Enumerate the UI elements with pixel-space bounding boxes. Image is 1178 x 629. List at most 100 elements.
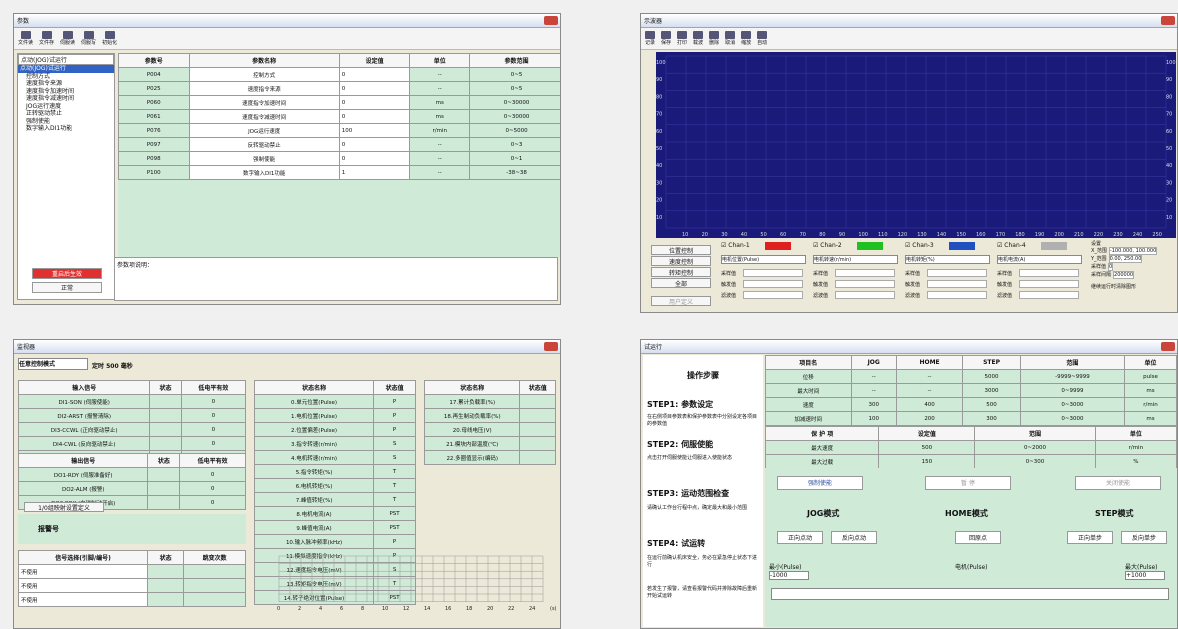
column-header: 低电平有效	[179, 453, 246, 468]
toolbar-button[interactable]: 取消	[725, 31, 735, 46]
table-cell: DI1-SON (伺服使能)	[17, 394, 151, 409]
step3-desc: 请确认工作台行程中点，确定最大和最小范围	[647, 505, 748, 511]
enable-button[interactable]: 强制使能	[777, 476, 863, 490]
column-header: 设定值	[338, 53, 411, 68]
table-cell: 300	[962, 411, 1021, 426]
column-header: 设定值	[878, 426, 976, 441]
table-cell: 0	[180, 408, 247, 423]
min-field[interactable]: -1000	[769, 571, 809, 580]
field-value[interactable]	[743, 291, 803, 299]
close-icon[interactable]	[1161, 342, 1175, 351]
channel-panel: ☑ Chan-1 电机位置(Pulse) 采样值 触发值 滤波值	[721, 242, 809, 308]
table-row: P004 控制方式 0 -- 0~5	[118, 67, 560, 82]
tree-item[interactable]: 数字输入DI1功能	[18, 125, 114, 133]
step-fwd-button[interactable]: 正向单步	[1067, 531, 1113, 544]
tree-item[interactable]: 点动(JOG)试运行	[18, 65, 114, 73]
toolbar-button[interactable]: 保存	[661, 31, 671, 46]
table-cell: 10.输入脉冲频率(kHz)	[253, 534, 375, 549]
column-header: 参数名称	[188, 53, 340, 68]
toolbar-button[interactable]: 载波	[693, 31, 703, 46]
field-value[interactable]	[835, 280, 895, 288]
table-cell: r/min	[409, 123, 471, 138]
field-value[interactable]	[743, 269, 803, 277]
scope-plot[interactable]: 10 20 30 40 50 60 70 80 90 100 110 120 130 140 150 160 1…	[656, 52, 1176, 238]
pause-button[interactable]: 暂 停	[925, 476, 1011, 490]
field-value[interactable]	[1019, 291, 1079, 299]
tree-item[interactable]: 速度指令加速时间	[18, 88, 114, 96]
field-value[interactable]	[1019, 280, 1079, 288]
field-value[interactable]	[835, 291, 895, 299]
setting-value[interactable]: 0	[1108, 263, 1114, 271]
toolbar-button[interactable]: 伺服读	[60, 31, 75, 46]
toolbar-button[interactable]: 记录	[645, 31, 655, 46]
table-row: DI2-ARST (报警清除) 0	[17, 408, 247, 423]
tree-item[interactable]: 速度指令来源	[18, 80, 114, 88]
toolbar-button[interactable]: 打印	[677, 31, 687, 46]
table-row: 位移 -- -- 5000 -9999~9999 pulse	[765, 369, 1177, 384]
clear-checkbox[interactable]: 继续运行时清除图形	[1091, 283, 1177, 290]
setting-value[interactable]: -100.000, 100.000	[1108, 247, 1158, 255]
jog-fwd-button[interactable]: 正向点动	[777, 531, 823, 544]
user-define-button[interactable]: 用户定义	[651, 296, 711, 306]
close-icon[interactable]	[544, 16, 558, 25]
control-button[interactable]: 速度控制	[651, 256, 711, 266]
io-map-button[interactable]: 1/0组映射设置定义	[24, 502, 104, 512]
x-tick-label: 10	[382, 606, 388, 612]
control-button[interactable]: 转矩控制	[651, 267, 711, 277]
toolbar-button[interactable]: 删除	[709, 31, 719, 46]
setting-value[interactable]: 0.00, 250.00	[1108, 255, 1143, 263]
table-row: 18.再生制动负载率(%)	[423, 408, 556, 423]
control-button[interactable]: 位置控制	[651, 245, 711, 255]
field-label: 采样值	[997, 271, 1013, 277]
channel-select[interactable]: 电机电流(A)	[997, 255, 1082, 264]
disable-button[interactable]: 关闭使能	[1075, 476, 1161, 490]
normal-button[interactable]: 正常	[32, 282, 102, 293]
table-cell: 0	[180, 394, 247, 409]
close-icon[interactable]	[544, 342, 558, 351]
table-cell: 数字输入DI1功能	[188, 165, 340, 180]
x-tick-label: (s)	[550, 606, 557, 612]
group-combo[interactable]: 点动(JOG)试运行	[18, 54, 114, 65]
field-value[interactable]	[927, 269, 987, 277]
step-rev-button[interactable]: 反向单步	[1121, 531, 1167, 544]
channel-select[interactable]: 电机转速(r/min)	[813, 255, 898, 264]
position-slider[interactable]	[771, 588, 1169, 600]
max-field[interactable]: +1000	[1125, 571, 1165, 580]
toolbar-button[interactable]: 初始化	[102, 31, 117, 46]
table-cell	[147, 592, 185, 607]
channel-color[interactable]	[765, 242, 791, 250]
table-cell: 0	[338, 109, 411, 124]
home-button[interactable]: 回原点	[955, 531, 1001, 544]
channel-color[interactable]	[949, 242, 975, 250]
control-button[interactable]: 全部	[651, 278, 711, 288]
channel-select[interactable]: 电机位置(Pulse)	[721, 255, 806, 264]
param-window: 参数 文件读 文件存 伺服读 伺服写 初始化 点动(JOG)试运行 点动(JOG)试运行…	[13, 13, 561, 305]
tree-item[interactable]: 强制使能	[18, 118, 114, 126]
toolbar-button[interactable]: 缩放	[741, 31, 751, 46]
field-value[interactable]	[927, 280, 987, 288]
toolbar-button[interactable]: 自动	[757, 31, 767, 46]
toolbar-button[interactable]: 文件读	[18, 31, 33, 46]
home-mode-label: HOME模式	[945, 509, 988, 518]
restart-button[interactable]: 重启后生效	[32, 268, 102, 279]
tree-item[interactable]: 正转驱动禁止	[18, 110, 114, 118]
tree-item[interactable]: JOG运行速度	[18, 103, 114, 111]
field-value[interactable]	[927, 291, 987, 299]
channel-color[interactable]	[857, 242, 883, 250]
tool-icon	[41, 31, 52, 39]
channel-select[interactable]: 电机转矩(%)	[905, 255, 990, 264]
mode-select[interactable]: 任意控制模式	[18, 358, 88, 370]
table-cell	[147, 481, 181, 496]
tree-item[interactable]: 控制方式	[18, 73, 114, 81]
field-value[interactable]	[743, 280, 803, 288]
toolbar-button[interactable]: 伺服写	[81, 31, 96, 46]
param-tree[interactable]: 点动(JOG)试运行 点动(JOG)试运行 控制方式 速度指令来源 速度指令加速时间速…	[17, 53, 115, 300]
close-icon[interactable]	[1161, 16, 1175, 25]
field-value[interactable]	[835, 269, 895, 277]
toolbar-button[interactable]: 文件存	[39, 31, 54, 46]
field-value[interactable]	[1019, 269, 1079, 277]
channel-color[interactable]	[1041, 242, 1067, 250]
setting-value[interactable]: 200000	[1113, 271, 1135, 279]
tree-item[interactable]: 速度指令减速时间	[18, 95, 114, 103]
jog-rev-button[interactable]: 反向点动	[831, 531, 877, 544]
